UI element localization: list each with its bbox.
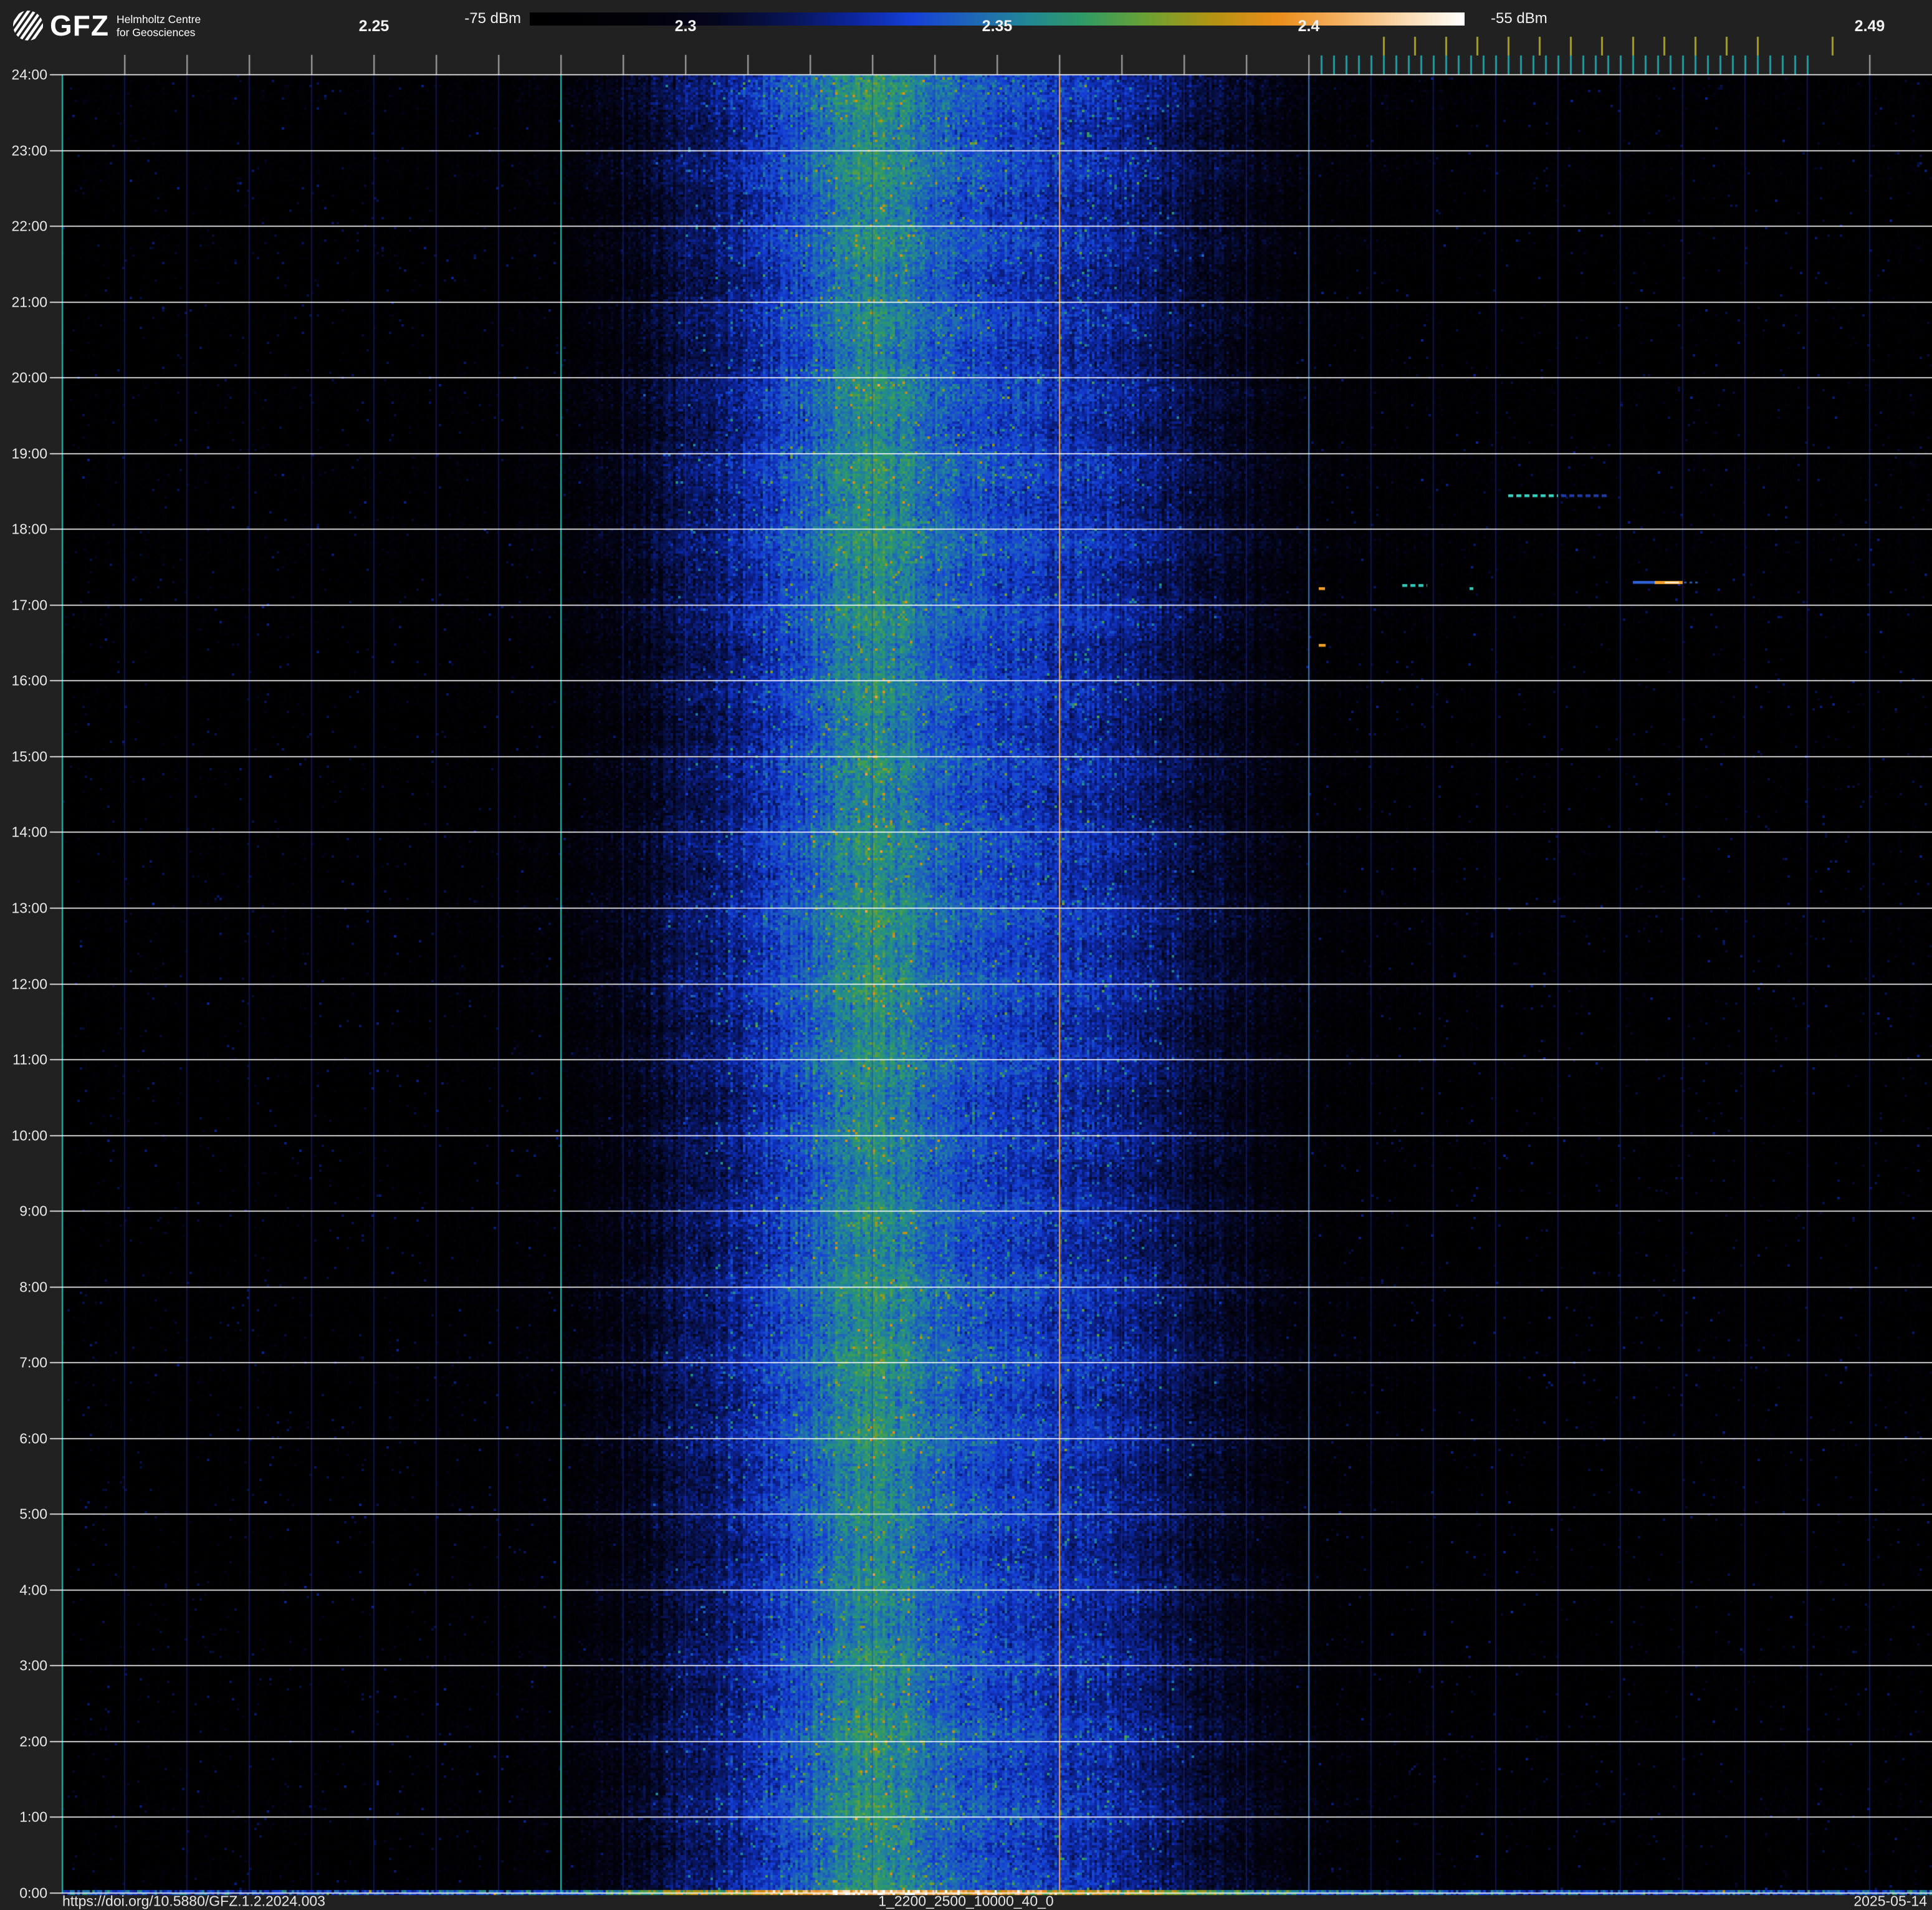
date-label: 2025-05-14 xyxy=(1853,1893,1927,1909)
time-tick-label: 15:00 xyxy=(11,748,47,765)
time-tick-label: 18:00 xyxy=(11,521,47,537)
gfz-logo-icon xyxy=(12,10,44,41)
dataset-id: 1_2200_2500_10000_40_0 xyxy=(878,1893,1054,1909)
freq-tick-label: 2.4 xyxy=(1298,17,1320,35)
time-tick-label: 10:00 xyxy=(11,1127,47,1144)
time-tick-label: 8:00 xyxy=(19,1279,47,1295)
time-tick-label: 6:00 xyxy=(19,1430,47,1447)
colorbar-min-label: -75 dBm xyxy=(464,10,521,27)
time-tick-label: 13:00 xyxy=(11,900,47,916)
freq-tick-label: 2.35 xyxy=(982,17,1013,35)
time-tick-label: 16:00 xyxy=(11,672,47,689)
time-tick-label: 21:00 xyxy=(11,294,47,310)
time-tick-label: 17:00 xyxy=(11,597,47,613)
time-tick-label: 24:00 xyxy=(11,66,47,83)
time-tick-label: 14:00 xyxy=(11,823,47,840)
gfz-logo: GFZ Helmholtz Centre for Geosciences xyxy=(12,9,201,42)
freq-tick-label: 2.49 xyxy=(1854,17,1885,35)
freq-tick-label: 2.25 xyxy=(358,17,390,35)
spectrogram-page: GFZ Helmholtz Centre for Geosciences -75… xyxy=(0,0,1932,1910)
time-tick-label: 0:00 xyxy=(19,1884,47,1901)
time-tick-label: 23:00 xyxy=(11,142,47,159)
time-tick-label: 9:00 xyxy=(19,1202,47,1219)
time-tick-label: 3:00 xyxy=(19,1657,47,1674)
time-tick-label: 22:00 xyxy=(11,218,47,234)
time-tick-label: 7:00 xyxy=(19,1354,47,1371)
time-tick-label: 11:00 xyxy=(12,1051,47,1068)
time-tick-label: 5:00 xyxy=(19,1505,47,1522)
freq-tick-label: 2.3 xyxy=(674,17,697,35)
time-tick-label: 2:00 xyxy=(19,1733,47,1750)
time-tick-label: 19:00 xyxy=(11,445,47,462)
doi-link[interactable]: https://doi.org/10.5880/GFZ.1.2.2024.003 xyxy=(62,1893,325,1910)
time-tick-label: 1:00 xyxy=(19,1808,47,1825)
time-tick-label: 4:00 xyxy=(19,1581,47,1598)
gfz-brand-text: GFZ xyxy=(50,9,109,42)
time-tick-label: 12:00 xyxy=(11,976,47,992)
time-tick-label: 20:00 xyxy=(11,369,47,386)
colorbar-max-label: -55 dBm xyxy=(1491,10,1547,27)
gfz-subtitle: Helmholtz Centre for Geosciences xyxy=(116,13,201,39)
spectrogram-canvas xyxy=(0,0,1932,1910)
